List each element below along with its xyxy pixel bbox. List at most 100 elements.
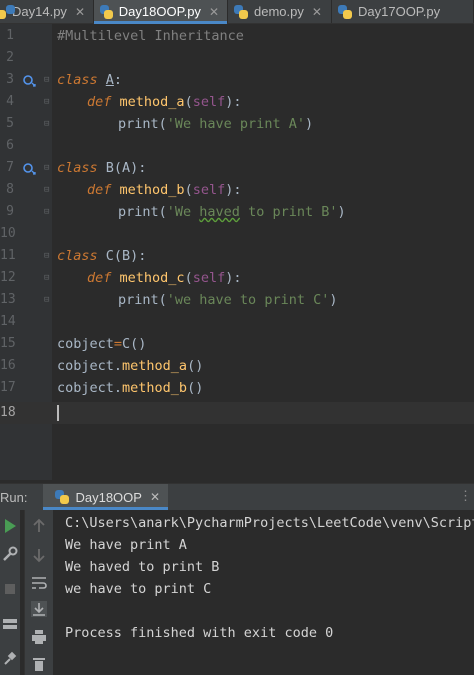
close-icon[interactable]: ✕ bbox=[209, 5, 219, 19]
code-line: 17 cobject.method_b() bbox=[0, 377, 474, 399]
line-number: 5 bbox=[6, 116, 14, 131]
run-tab-label: Day18OOP bbox=[75, 489, 142, 505]
run-tab-day18oop[interactable]: Day18OOP ✕ bbox=[43, 484, 169, 510]
code-editor[interactable]: 1 #Multilevel Inheritance 2 3 ⊟ class A:… bbox=[0, 24, 474, 480]
code-line: 1 #Multilevel Inheritance bbox=[0, 25, 474, 47]
python-file-icon bbox=[234, 4, 248, 19]
line-number: 17 bbox=[0, 380, 16, 395]
code-line: 4 ⊟ def method_a(self): bbox=[0, 91, 474, 113]
code-text: class A: bbox=[57, 72, 123, 88]
run-toolbar-left bbox=[0, 510, 20, 675]
fold-end-icon[interactable]: ⊟ bbox=[44, 295, 53, 305]
code-line: 8 ⊟ def method_b(self): bbox=[0, 179, 474, 201]
arrow-up-icon[interactable] bbox=[30, 517, 48, 535]
trash-icon[interactable] bbox=[30, 655, 48, 673]
code-text: class C(B): bbox=[57, 248, 147, 264]
code-text: def method_b(self): bbox=[87, 182, 242, 198]
tab-day17oop[interactable]: Day17OOP.py bbox=[332, 0, 474, 23]
code-text: print('We have print A') bbox=[118, 116, 314, 132]
line-number: 18 bbox=[0, 405, 16, 420]
run-console-output[interactable]: C:\Users\anark\PycharmProjects\LeetCode\… bbox=[53, 510, 474, 675]
fold-marker-icon[interactable]: ⊟ bbox=[44, 97, 53, 107]
line-number: 15 bbox=[0, 336, 16, 351]
code-line: 9 ⊟ print('We haved to print B') bbox=[0, 201, 474, 223]
code-line: 10 bbox=[0, 223, 474, 245]
console-line: Process finished with exit code 0 bbox=[65, 625, 334, 641]
fold-marker-icon[interactable]: ⊟ bbox=[44, 273, 53, 283]
overridden-method-icon[interactable] bbox=[22, 161, 36, 175]
tab-demo[interactable]: demo.py ✕ bbox=[228, 0, 332, 23]
close-icon[interactable]: ✕ bbox=[312, 5, 322, 19]
code-line: 14 bbox=[0, 311, 474, 333]
code-text: cobject.method_b() bbox=[57, 380, 204, 396]
line-number: 10 bbox=[0, 226, 16, 241]
code-text: print('We haved to print B') bbox=[118, 204, 346, 220]
run-tool-window-header: Run: Day18OOP ✕ ⋮ bbox=[0, 483, 474, 510]
code-line: 11 ⊟ class C(B): bbox=[0, 245, 474, 267]
line-number: 3 bbox=[6, 72, 14, 87]
tab-label: Day14.py bbox=[12, 4, 67, 19]
code-line: 3 ⊟ class A: bbox=[0, 69, 474, 91]
code-line: 16 cobject.method_a() bbox=[0, 355, 474, 377]
tab-day18oop[interactable]: Day18OOP.py ✕ bbox=[94, 0, 228, 24]
line-number: 13 bbox=[0, 292, 16, 307]
layout-icon[interactable] bbox=[1, 615, 19, 633]
fold-marker-icon[interactable]: ⊟ bbox=[44, 185, 53, 195]
tab-label: demo.py bbox=[254, 4, 304, 19]
line-number: 8 bbox=[6, 182, 14, 197]
line-number: 14 bbox=[0, 314, 16, 329]
soft-wrap-icon[interactable] bbox=[30, 574, 48, 592]
wrench-icon[interactable] bbox=[1, 545, 19, 563]
rerun-icon[interactable] bbox=[1, 517, 19, 535]
fold-end-icon[interactable]: ⊟ bbox=[44, 119, 53, 129]
code-text: def method_c(self): bbox=[87, 270, 242, 286]
tab-day14[interactable]: Day14.py ✕ bbox=[0, 0, 94, 23]
code-line: 5 ⊟ print('We have print A') bbox=[0, 113, 474, 135]
python-file-icon bbox=[338, 4, 352, 19]
code-line: 13 ⊟ print('we have to print C') bbox=[0, 289, 474, 311]
stop-icon[interactable] bbox=[1, 580, 19, 598]
code-text: def method_a(self): bbox=[87, 94, 242, 110]
panel-options-icon[interactable]: ⋮ bbox=[459, 488, 472, 504]
line-number: 11 bbox=[0, 248, 16, 263]
close-icon[interactable]: ✕ bbox=[150, 490, 160, 504]
line-number: 4 bbox=[6, 94, 14, 109]
console-line: We haved to print B bbox=[65, 559, 220, 575]
fold-marker-icon[interactable]: ⊟ bbox=[44, 251, 53, 261]
arrow-down-icon[interactable] bbox=[30, 546, 48, 564]
python-file-icon bbox=[55, 490, 70, 504]
run-label: Run: bbox=[0, 489, 28, 505]
line-number: 6 bbox=[6, 138, 14, 153]
fold-marker-icon[interactable]: ⊟ bbox=[44, 163, 53, 173]
close-icon[interactable]: ✕ bbox=[75, 5, 85, 19]
fold-marker-icon[interactable]: ⊟ bbox=[44, 75, 53, 85]
console-line: we have to print C bbox=[65, 581, 212, 597]
code-line: 12 ⊟ def method_c(self): bbox=[0, 267, 474, 289]
python-file-icon bbox=[100, 4, 113, 19]
line-number: 12 bbox=[0, 270, 16, 285]
code-line: 7 ⊟ class B(A): bbox=[0, 157, 474, 179]
editor-tab-bar: Day14.py ✕ Day18OOP.py ✕ demo.py ✕ Day17… bbox=[0, 0, 474, 24]
overridden-method-icon[interactable] bbox=[22, 73, 36, 87]
tab-label: Day18OOP.py bbox=[118, 4, 201, 19]
fold-end-icon[interactable]: ⊟ bbox=[44, 207, 53, 217]
code-text: cobject=C() bbox=[57, 336, 147, 352]
code-text: print('we have to print C') bbox=[118, 292, 338, 308]
code-text: #Multilevel Inheritance bbox=[57, 28, 244, 44]
line-number: 1 bbox=[6, 28, 14, 43]
line-number: 2 bbox=[6, 50, 14, 65]
line-number: 9 bbox=[6, 204, 14, 219]
line-number: 7 bbox=[6, 160, 14, 175]
text-caret bbox=[57, 405, 59, 421]
code-line: 2 bbox=[0, 47, 474, 69]
code-text: class B(A): bbox=[57, 160, 147, 176]
console-line: C:\Users\anark\PycharmProjects\LeetCode\… bbox=[65, 515, 474, 531]
current-code-line[interactable]: 18 bbox=[0, 402, 474, 424]
code-text: cobject.method_a() bbox=[57, 358, 204, 374]
console-line: We have print A bbox=[65, 537, 187, 553]
run-toolbar-secondary bbox=[24, 510, 54, 675]
scroll-to-end-icon[interactable] bbox=[30, 600, 48, 618]
pin-icon[interactable] bbox=[1, 650, 19, 668]
code-line: 15 cobject=C() bbox=[0, 333, 474, 355]
print-icon[interactable] bbox=[30, 628, 48, 646]
